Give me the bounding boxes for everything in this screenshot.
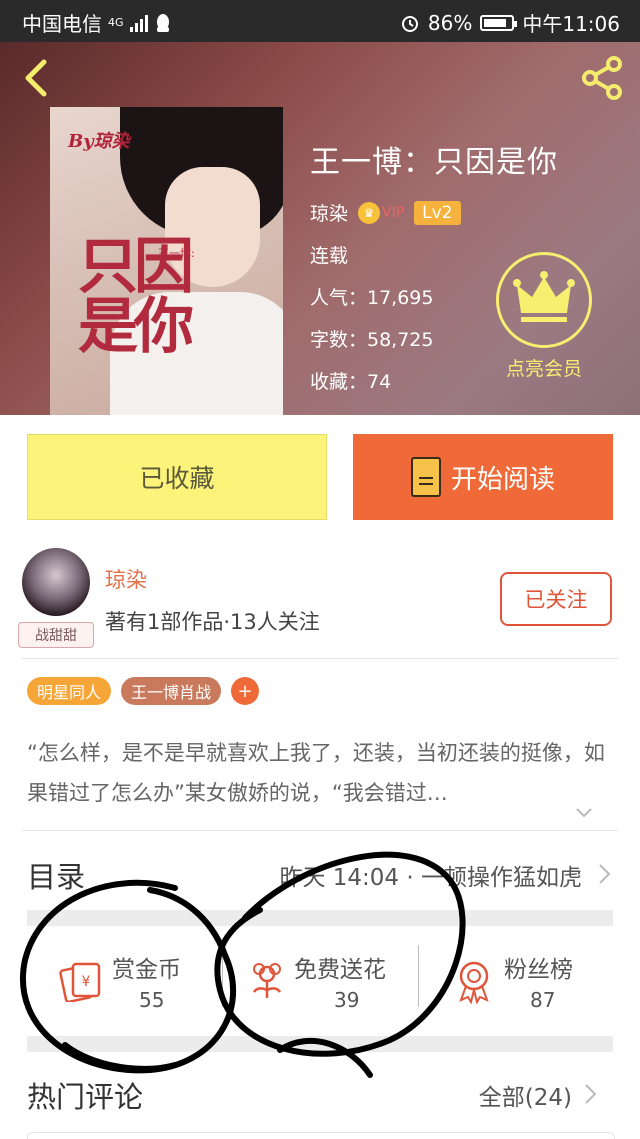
- book-header: By琼染 王一博: 只因 是你 王一博：只因是你 琼染 ♛ VIP Lv2 连载…: [0, 42, 640, 415]
- book-cover[interactable]: By琼染 王一博: 只因 是你: [50, 107, 283, 415]
- crown-icon: [496, 252, 592, 348]
- reward-coins-button[interactable]: ¥ 赏金币 55: [55, 926, 215, 1036]
- start-reading-button[interactable]: 开始阅读: [353, 434, 613, 520]
- stat-label: 免费送花: [294, 957, 386, 983]
- back-arrow-icon[interactable]: [18, 56, 54, 100]
- tag-list: 明星同人 王一博肖战 +: [27, 677, 260, 705]
- avatar[interactable]: [22, 548, 90, 616]
- divider: [418, 945, 419, 1007]
- tag-item[interactable]: 王一博肖战: [121, 677, 222, 705]
- fan-ranking-button[interactable]: 粉丝榜 87: [448, 926, 608, 1036]
- stat-label: 粉丝榜: [504, 957, 573, 983]
- member-button[interactable]: 点亮会员: [493, 252, 595, 381]
- book-author[interactable]: 琼染: [310, 199, 348, 226]
- toc-label: 目录: [27, 860, 86, 894]
- vip-crown-icon: ♛: [358, 201, 381, 224]
- collected-label: 已收藏: [139, 464, 215, 493]
- divider: [222, 945, 223, 1007]
- toc-row[interactable]: 目录 昨天 14:04 · 一顿操作猛如虎: [0, 840, 640, 910]
- follow-label: 已关注: [524, 588, 588, 612]
- section-gap: [27, 1036, 613, 1052]
- collected-button[interactable]: 已收藏: [27, 434, 327, 520]
- divider: [22, 830, 618, 831]
- free-flower-button[interactable]: 免费送花 39: [240, 926, 410, 1036]
- cover-author-mark: By琼染: [68, 131, 130, 152]
- follow-button[interactable]: 已关注: [500, 572, 612, 626]
- network-label: 4G: [108, 15, 124, 29]
- divider: [22, 658, 618, 659]
- medal-icon: [459, 961, 489, 1004]
- red-envelope-icon: ¥: [59, 962, 101, 1002]
- vip-badge: ♛ VIP: [358, 201, 404, 224]
- member-label: 点亮会员: [505, 358, 582, 380]
- author-meta: 著有1部作品·13人关注: [105, 610, 320, 634]
- svg-text:¥: ¥: [82, 974, 91, 990]
- clock: 中午11:06: [522, 12, 620, 36]
- alarm-icon: [401, 15, 418, 32]
- section-gap: [27, 910, 613, 926]
- add-tag-button[interactable]: +: [231, 677, 260, 705]
- book-title: 王一博：只因是你: [310, 145, 558, 180]
- stat-value: 39: [334, 988, 360, 1012]
- all-comments-link[interactable]: 全部(24): [479, 1078, 572, 1112]
- share-icon[interactable]: [578, 56, 626, 100]
- stats-row: ¥ 赏金币 55 免费送花 39 粉丝榜 87: [0, 926, 640, 1036]
- book-description[interactable]: “怎么样，是不是早就喜欢上我了，还装，当初还装的挺像，如果错过了怎么办”某女傲娇…: [27, 733, 617, 813]
- hot-comments-label: 热门评论: [27, 1080, 144, 1114]
- author-card: 战甜甜 琼染 著有1部作品·13人关注 已关注: [0, 540, 640, 658]
- signal-icon: [129, 14, 148, 32]
- start-reading-label: 开始阅读: [450, 464, 555, 495]
- chevron-right-icon[interactable]: [580, 1082, 600, 1106]
- toc-latest-update: 昨天 14:04 · 一顿操作猛如虎: [279, 865, 582, 891]
- stat-value: 55: [139, 988, 165, 1012]
- level-badge: Lv2: [414, 200, 461, 225]
- qq-icon: [156, 13, 169, 32]
- tag-item[interactable]: 明星同人: [27, 677, 112, 705]
- flower-icon: [252, 963, 282, 998]
- cover-title: 只因 是你: [78, 232, 194, 362]
- carrier-label: 中国电信: [22, 12, 102, 36]
- chevron-down-icon[interactable]: [574, 802, 594, 822]
- battery-percent: 86%: [427, 10, 473, 35]
- author-name[interactable]: 琼染: [105, 564, 147, 594]
- status-bar: 中国电信 4G 86% 中午11:06: [0, 0, 640, 42]
- chevron-right-icon: [599, 864, 611, 884]
- stat-value: 87: [530, 988, 556, 1012]
- hot-comments-header: 热门评论 全部(24): [0, 1060, 640, 1138]
- book-icon: [410, 457, 441, 497]
- battery-icon: [480, 14, 518, 31]
- avatar-badge: 战甜甜: [18, 622, 94, 648]
- stat-label: 赏金币: [112, 957, 181, 983]
